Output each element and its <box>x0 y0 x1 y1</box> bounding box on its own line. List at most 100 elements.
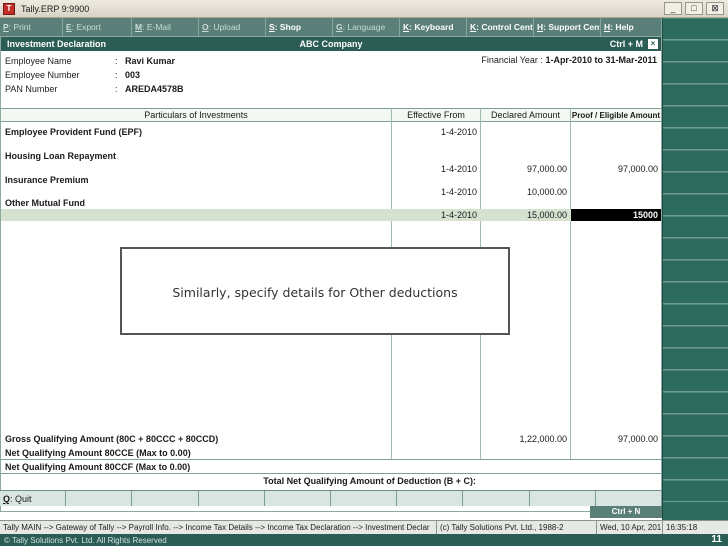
right-panel-button[interactable] <box>663 304 728 326</box>
right-panel-button[interactable] <box>663 84 728 106</box>
right-panel-button[interactable] <box>663 480 728 502</box>
footer-copyright: © Tally Solutions Pvt. Ltd. All Rights R… <box>4 535 167 545</box>
empty-button[interactable] <box>596 491 663 506</box>
right-button-panel <box>662 18 728 520</box>
row-effective-epf[interactable]: 1-4-2010 <box>392 127 477 137</box>
right-panel-button[interactable] <box>663 18 728 40</box>
right-panel-button[interactable] <box>663 172 728 194</box>
status-time: 16:35:18 <box>666 523 698 532</box>
right-panel-button[interactable] <box>663 370 728 392</box>
employee-name-label: Employee Name <box>5 55 72 66</box>
right-panel-button[interactable] <box>663 414 728 436</box>
investments-table-header: Particulars of Investments Effective Fro… <box>1 108 661 122</box>
right-panel-button[interactable] <box>663 40 728 62</box>
row-effective-housing-loan[interactable]: 1-4-2010 <box>392 164 477 174</box>
toolbar-keyboard-button[interactable]: K: Keyboard <box>400 18 467 36</box>
toolbar-shop-button[interactable]: S: Shop <box>266 18 333 36</box>
quit-button[interactable]: Q: Quit <box>0 491 67 506</box>
form-header: ABC Company Investment Declaration Ctrl … <box>1 37 661 51</box>
window-titlebar: T Tally.ERP 9:9900 _ □ ⊠ <box>0 0 728 18</box>
slide-footer: © Tally Solutions Pvt. Ltd. All Rights R… <box>0 534 728 546</box>
col-declared-amount: Declared Amount <box>490 110 561 120</box>
empty-button[interactable] <box>265 491 332 506</box>
right-panel-button[interactable] <box>663 106 728 128</box>
toolbar-help-button[interactable]: H: Help <box>601 18 662 36</box>
window-title: Tally.ERP 9:9900 <box>21 3 90 14</box>
right-panel-button[interactable] <box>663 392 728 414</box>
right-panel-button[interactable] <box>663 194 728 216</box>
maximize-icon[interactable]: □ <box>685 2 703 15</box>
right-panel-button[interactable] <box>663 238 728 260</box>
callout-text: Similarly, specify details for Other ded… <box>172 285 458 300</box>
toolbar-language-button[interactable]: G: Language <box>333 18 400 36</box>
page-number: 11 <box>711 534 722 545</box>
toolbar-email-button[interactable]: M: E-Mail <box>132 18 199 36</box>
close-icon[interactable]: × <box>648 39 658 49</box>
right-panel-button[interactable] <box>663 282 728 304</box>
row-declared-housing-loan[interactable]: 97,000.00 <box>481 164 567 174</box>
right-panel-button[interactable] <box>663 260 728 282</box>
net-80ccf-label: Net Qualifying Amount 80CCF (Max to 0.00… <box>5 462 191 472</box>
status-date: Wed, 10 Apr, 201 <box>597 521 663 534</box>
right-panel-button[interactable] <box>663 128 728 150</box>
row-declared-mutual-fund[interactable]: 15,000.00 <box>481 210 567 220</box>
colon: : <box>115 55 118 66</box>
row-label-mutual-fund: Other Mutual Fund <box>5 198 85 208</box>
right-panel-button[interactable] <box>663 216 728 238</box>
bottom-button-bar: Q: Quit <box>0 490 663 506</box>
right-panel-button[interactable] <box>663 150 728 172</box>
empty-button[interactable] <box>66 491 133 506</box>
net-80cce-label: Net Qualifying Amount 80CCE (Max to 0.00… <box>5 448 191 458</box>
row-effective-insurance[interactable]: 1-4-2010 <box>392 187 477 197</box>
gross-declared-amount: 1,22,000.00 <box>519 434 567 444</box>
row-label-insurance: Insurance Premium <box>5 175 89 185</box>
empty-button[interactable] <box>397 491 464 506</box>
empty-button[interactable] <box>463 491 530 506</box>
row-declared-insurance[interactable]: 10,000.00 <box>481 187 567 197</box>
financial-year: Financial Year : 1-Apr-2010 to 31-Mar-20… <box>481 55 657 65</box>
financial-year-label: Financial Year : <box>481 55 543 65</box>
financial-year-value: 1-Apr-2010 to 31-Mar-2011 <box>545 55 657 65</box>
ctrl-n-shortcut[interactable]: Ctrl + N <box>590 506 662 518</box>
right-panel-button[interactable] <box>663 326 728 348</box>
employee-number-value: 003 <box>125 69 141 80</box>
top-toolbar: P: Print E: Export M: E-Mail O: Upload S… <box>0 18 662 36</box>
empty-button[interactable] <box>331 491 398 506</box>
right-panel-button[interactable] <box>663 458 728 480</box>
col-proof-amount: Proof / Eligible Amount <box>571 111 661 120</box>
net-deduction-label: Total Net Qualifying Amount of Deduction… <box>263 476 476 486</box>
empty-button[interactable] <box>132 491 199 506</box>
row-label-housing-loan: Housing Loan Repayment <box>5 151 117 161</box>
row-effective-mutual-fund[interactable]: 1-4-2010 <box>392 210 477 220</box>
net-total-divider <box>1 473 661 474</box>
toolbar-support-centre-button[interactable]: H: Support Centre <box>534 18 601 36</box>
column-divider <box>570 108 571 460</box>
gross-proof-amount: 97,000.00 <box>617 434 658 444</box>
tutorial-callout: Similarly, specify details for Other ded… <box>120 247 510 335</box>
close-window-icon[interactable]: ⊠ <box>706 2 724 15</box>
navigation-path: Tally MAIN --> Gateway of Tally --> Payr… <box>0 521 437 534</box>
empty-button[interactable] <box>199 491 265 506</box>
employee-name-value: Ravi Kumar <box>125 55 176 66</box>
colon: : <box>115 69 118 80</box>
right-panel-button[interactable] <box>663 348 728 370</box>
right-panel-button[interactable] <box>663 436 728 458</box>
pan-value: AREDA4578B <box>125 83 184 94</box>
minimize-icon[interactable]: _ <box>664 2 682 15</box>
employee-number-label: Employee Number <box>5 69 80 80</box>
employee-number-row: Employee Number : 003 <box>5 68 140 81</box>
pan-label: PAN Number <box>5 83 58 94</box>
toolbar-export-button[interactable]: E: Export <box>63 18 132 36</box>
colon: : <box>115 83 118 94</box>
toolbar-print-button[interactable]: P: Print <box>0 18 63 36</box>
toolbar-upload-button[interactable]: O: Upload <box>199 18 266 36</box>
row-proof-housing-loan[interactable]: 97,000.00 <box>571 164 658 174</box>
toolbar-control-centre-button[interactable]: K: Control Centre <box>467 18 534 36</box>
gross-qualifying-label: Gross Qualifying Amount (80C + 80CCC + 8… <box>5 434 219 444</box>
pan-number-row: PAN Number : AREDA4578B <box>5 82 184 95</box>
right-panel-button[interactable] <box>663 62 728 84</box>
row-label-epf: Employee Provident Fund (EPF) <box>5 127 143 137</box>
proof-amount-input[interactable]: 15000 <box>571 209 661 221</box>
col-particulars: Particulars of Investments <box>144 110 248 120</box>
empty-button[interactable] <box>530 491 596 506</box>
